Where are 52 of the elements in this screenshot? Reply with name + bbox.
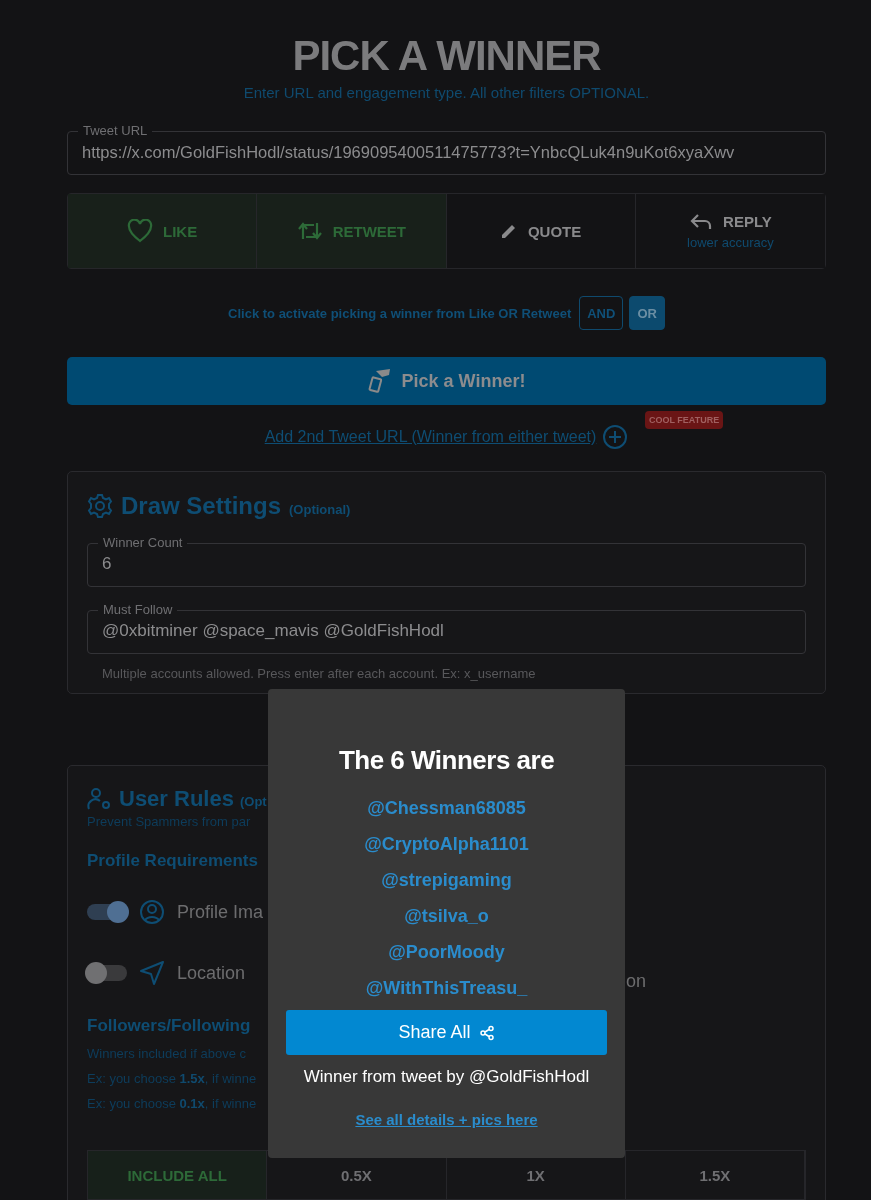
- field-label: Tweet URL: [82, 125, 149, 138]
- winner-link[interactable]: @tsilva_o: [404, 898, 489, 934]
- engagement-option[interactable]: RETWEET: [257, 194, 447, 268]
- engagement-option[interactable]: LIKE: [68, 194, 258, 268]
- logic-toggle[interactable]: AND: [579, 296, 624, 330]
- rule-text: Ex: you choose 1.5x, if winne: [87, 1071, 258, 1086]
- toggle-label: on: [626, 971, 647, 992]
- tweet-source: Winner from tweet by @GoldFishHodl: [303, 1067, 590, 1087]
- toggle-switch[interactable]: [87, 904, 127, 920]
- field-hint: Multiple accounts allowed. Press enter after each account. Ex: x_username: [101, 666, 537, 681]
- settings-field[interactable]: Winner Count 6: [87, 536, 806, 587]
- page-title: PICK A WINNER: [291, 31, 602, 80]
- toggle-switch[interactable]: [87, 965, 127, 981]
- profile-icon: [139, 899, 165, 925]
- winner-link[interactable]: @CryptoAlpha1101: [364, 826, 529, 862]
- ratio-option[interactable]: INCLUDE ALL: [88, 1151, 268, 1199]
- share-button[interactable]: Share All: [286, 1010, 607, 1055]
- location-arrow-icon: [139, 960, 165, 986]
- optional-note: (Opt: [239, 794, 267, 809]
- subsection-title: Profile Requirements: [87, 851, 259, 871]
- optional-note: (Optional): [289, 502, 351, 517]
- page-subtitle: Enter URL and engagement type. All other filters OPTIONAL.: [242, 84, 651, 101]
- winner-link[interactable]: @WithThisTreasu_: [365, 970, 528, 1006]
- reply-icon: [689, 212, 714, 231]
- dialog-title: The 6 Winners are: [338, 745, 555, 776]
- toggle-label: Profile Ima: [177, 901, 264, 923]
- feature-badge: COOL FEATURE: [645, 411, 724, 429]
- winner-link[interactable]: @Chessman68085: [367, 790, 526, 826]
- gear-icon: [87, 493, 113, 519]
- pencil-icon: [499, 222, 518, 240]
- share-icon: [478, 1024, 495, 1041]
- field-label: Must Follow: [102, 604, 174, 617]
- field-label: Winner Count: [102, 537, 184, 550]
- settings-field[interactable]: Must Follow @0xbitminer @space_mavis @GoldFishHodl: [87, 603, 806, 654]
- section-title: Draw Settings: [121, 492, 282, 520]
- logic-hint: Click to activate picking a winner from Like OR Retweet: [228, 305, 572, 321]
- section-title: User Rules: [119, 786, 234, 812]
- subsection-title: Followers/Following: [87, 1016, 252, 1036]
- rule-text: Ex: you choose 0.1x, if winne: [87, 1096, 258, 1111]
- winner-link[interactable]: @strepigaming: [381, 862, 512, 898]
- rule-text: Winners included if above c: [87, 1046, 247, 1061]
- section-subtitle: Prevent Spammers from par: [87, 814, 252, 829]
- winner-link[interactable]: @PoorMoody: [388, 934, 505, 970]
- plus-circle-icon[interactable]: [602, 424, 629, 450]
- logic-toggle[interactable]: OR: [629, 296, 665, 330]
- toggle-label: Location: [177, 962, 246, 984]
- tweet-url-field[interactable]: Tweet URL https://x.com/GoldFishHodl/status/1969095400511475773?t=YnbcQLuk4n9uKot6xyaXwv: [67, 124, 826, 175]
- details-link[interactable]: See all details + pics here: [355, 1111, 538, 1128]
- add-url-link[interactable]: Add 2nd Tweet URL (Winner from either tweet): [264, 428, 597, 446]
- pick-winner-button[interactable]: Pick a Winner!: [67, 357, 826, 405]
- heart-icon: [127, 219, 154, 243]
- retweet-icon: [296, 220, 323, 242]
